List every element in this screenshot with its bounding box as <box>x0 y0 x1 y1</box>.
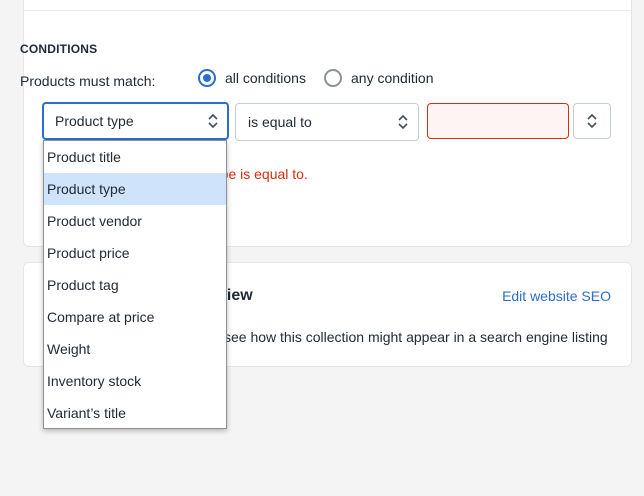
dropdown-option-inventory-stock[interactable]: Inventory stock <box>44 365 226 397</box>
seo-preview-description: see how this collection might appear in … <box>224 329 608 345</box>
match-label: Products must match: <box>20 73 156 89</box>
select-arrows-icon <box>587 113 597 129</box>
condition-value-input[interactable] <box>427 103 569 139</box>
dropdown-option-weight[interactable]: Weight <box>44 333 226 365</box>
condition-operator-select[interactable]: is equal to <box>235 103 419 141</box>
radio-any-condition-label[interactable]: any condition <box>351 70 434 86</box>
condition-field-dropdown: Product title Product type Product vendo… <box>43 140 227 429</box>
select-arrows-icon <box>398 114 408 130</box>
condition-stepper-select[interactable] <box>573 103 611 139</box>
dropdown-option-product-tag[interactable]: Product tag <box>44 269 226 301</box>
edit-website-seo-link[interactable]: Edit website SEO <box>502 288 611 304</box>
condition-field-select[interactable]: Product type <box>42 102 229 140</box>
radio-all-conditions[interactable] <box>198 69 216 87</box>
condition-field-value: Product type <box>55 113 134 129</box>
dropdown-option-product-title[interactable]: Product title <box>44 141 226 173</box>
dropdown-option-product-price[interactable]: Product price <box>44 237 226 269</box>
condition-operator-value: is equal to <box>248 114 312 130</box>
card-divider <box>24 10 631 11</box>
dropdown-option-variants-title[interactable]: Variant’s title <box>44 397 226 429</box>
dropdown-option-product-vendor[interactable]: Product vendor <box>44 205 226 237</box>
dropdown-option-compare-at-price[interactable]: Compare at price <box>44 301 226 333</box>
select-arrows-icon <box>208 113 218 129</box>
dropdown-option-product-type[interactable]: Product type <box>44 173 226 205</box>
radio-all-conditions-label[interactable]: all conditions <box>225 70 306 86</box>
conditions-heading: CONDITIONS <box>20 42 98 56</box>
radio-any-condition[interactable] <box>324 69 342 87</box>
